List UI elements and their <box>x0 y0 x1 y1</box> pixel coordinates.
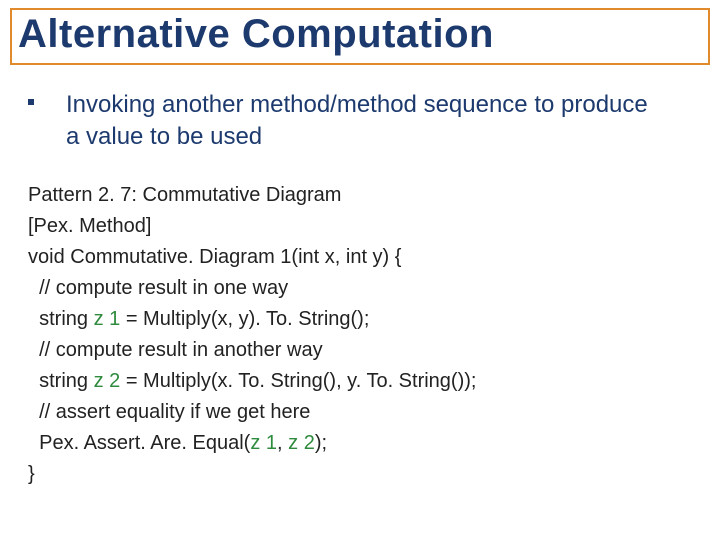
code-line: string z 2 = Multiply(x. To. String(), y… <box>28 366 710 397</box>
code-text: ); <box>315 432 327 454</box>
code-text: = Multiply(x. To. String(), y. To. Strin… <box>120 370 476 392</box>
var-z1-ref: z 1 <box>250 432 277 454</box>
code-text: , <box>277 432 288 454</box>
code-line: void Commutative. Diagram 1(int x, int y… <box>28 242 710 273</box>
title-box: Alternative Computation <box>10 8 710 65</box>
var-z2-ref: z 2 <box>288 432 315 454</box>
bullet-item: Invoking another method/method sequence … <box>28 89 710 154</box>
bullet-text: Invoking another method/method sequence … <box>66 89 666 154</box>
code-line: // compute result in one way <box>28 273 710 304</box>
code-line: [Pex. Method] <box>28 211 710 242</box>
bullet-icon <box>28 99 34 105</box>
slide-title: Alternative Computation <box>18 12 702 57</box>
code-line: Pattern 2. 7: Commutative Diagram <box>28 180 710 211</box>
code-block: Pattern 2. 7: Commutative Diagram [Pex. … <box>28 180 710 490</box>
code-line: } <box>28 459 710 490</box>
var-z2: z 2 <box>94 370 121 392</box>
code-line: string z 1 = Multiply(x, y). To. String(… <box>28 304 710 335</box>
code-text: = Multiply(x, y). To. String(); <box>120 308 369 330</box>
var-z1: z 1 <box>94 308 121 330</box>
code-text: string <box>28 370 94 392</box>
code-text: Pex. Assert. Are. Equal( <box>28 432 250 454</box>
code-line: Pex. Assert. Are. Equal(z 1, z 2); <box>28 428 710 459</box>
code-text: string <box>28 308 94 330</box>
slide: Alternative Computation Invoking another… <box>0 0 720 540</box>
code-line: // compute result in another way <box>28 335 710 366</box>
code-line: // assert equality if we get here <box>28 397 710 428</box>
